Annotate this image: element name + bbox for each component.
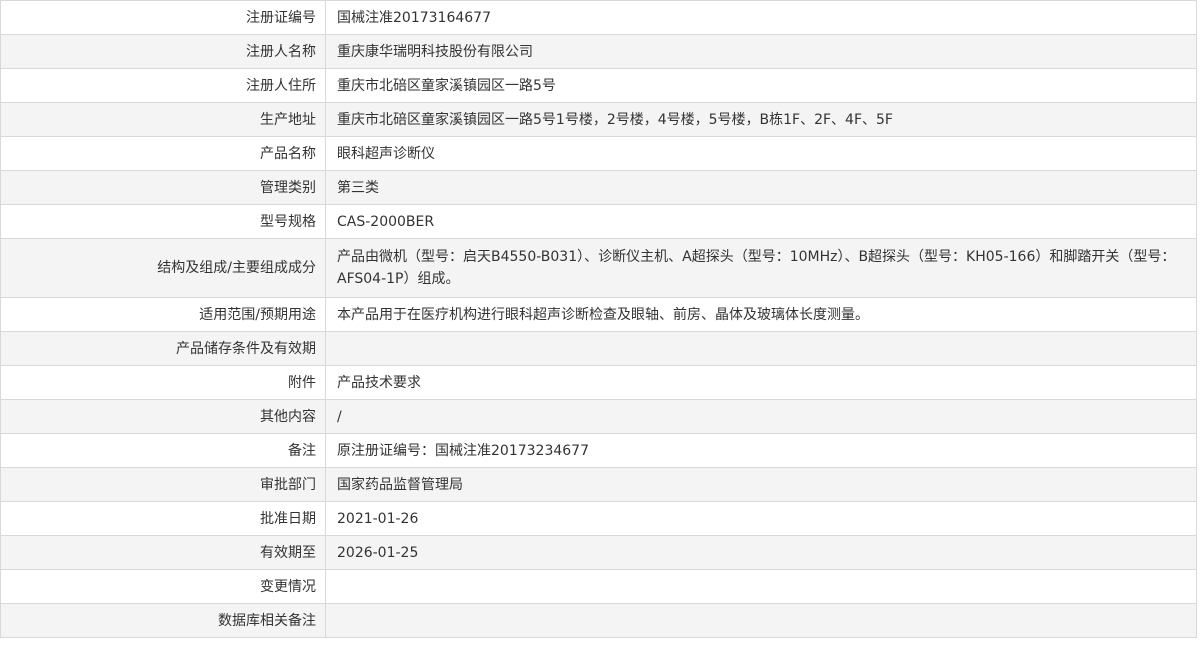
row-label: 产品储存条件及有效期 bbox=[0, 331, 326, 366]
row-value bbox=[325, 603, 1197, 638]
row-value: 本产品用于在医疗机构进行眼科超声诊断检查及眼轴、前房、晶体及玻璃体长度测量。 bbox=[325, 297, 1197, 332]
row-value: CAS-2000BER bbox=[325, 204, 1197, 239]
row-value: 国械注准20173164677 bbox=[325, 0, 1197, 35]
row-value: 眼科超声诊断仪 bbox=[325, 136, 1197, 171]
row-value: 产品由微机（型号：启天B4550-B031）、诊断仪主机、A超探头（型号：10M… bbox=[325, 238, 1197, 298]
registration-record-table: 注册证编号 国械注准20173164677 注册人名称 重庆康华瑞明科技股份有限… bbox=[0, 0, 1197, 638]
row-value: 2026-01-25 bbox=[325, 535, 1197, 570]
row-label: 数据库相关备注 bbox=[0, 603, 326, 638]
row-label: 产品名称 bbox=[0, 136, 326, 171]
row-label: 批准日期 bbox=[0, 501, 326, 536]
table-row-storage-validity: 产品储存条件及有效期 bbox=[0, 331, 1197, 366]
row-label: 管理类别 bbox=[0, 170, 326, 205]
table-row-attachments: 附件 产品技术要求 bbox=[0, 365, 1197, 400]
table-row-database-notes: 数据库相关备注 bbox=[0, 603, 1197, 638]
row-label: 生产地址 bbox=[0, 102, 326, 137]
row-label: 注册人名称 bbox=[0, 34, 326, 69]
row-value: 国家药品监督管理局 bbox=[325, 467, 1197, 502]
table-row-remarks: 备注 原注册证编号：国械注准20173234677 bbox=[0, 433, 1197, 468]
row-label: 其他内容 bbox=[0, 399, 326, 434]
row-value: 重庆市北碚区童家溪镇园区一路5号 bbox=[325, 68, 1197, 103]
row-value bbox=[325, 569, 1197, 604]
table-row-change-status: 变更情况 bbox=[0, 569, 1197, 604]
row-label: 注册人住所 bbox=[0, 68, 326, 103]
row-value: / bbox=[325, 399, 1197, 434]
table-row-approval-date: 批准日期 2021-01-26 bbox=[0, 501, 1197, 536]
table-row-model-spec: 型号规格 CAS-2000BER bbox=[0, 204, 1197, 239]
table-row-management-category: 管理类别 第三类 bbox=[0, 170, 1197, 205]
table-row-production-address: 生产地址 重庆市北碚区童家溪镇园区一路5号1号楼，2号楼，4号楼，5号楼，B栋1… bbox=[0, 102, 1197, 137]
row-label: 备注 bbox=[0, 433, 326, 468]
row-label: 有效期至 bbox=[0, 535, 326, 570]
row-label: 型号规格 bbox=[0, 204, 326, 239]
table-row-registrant-address: 注册人住所 重庆市北碚区童家溪镇园区一路5号 bbox=[0, 68, 1197, 103]
row-label: 变更情况 bbox=[0, 569, 326, 604]
row-value: 原注册证编号：国械注准20173234677 bbox=[325, 433, 1197, 468]
table-row-intended-use: 适用范围/预期用途 本产品用于在医疗机构进行眼科超声诊断检查及眼轴、前房、晶体及… bbox=[0, 297, 1197, 332]
row-label: 注册证编号 bbox=[0, 0, 326, 35]
table-row-valid-until: 有效期至 2026-01-25 bbox=[0, 535, 1197, 570]
table-row-other-content: 其他内容 / bbox=[0, 399, 1197, 434]
row-label: 适用范围/预期用途 bbox=[0, 297, 326, 332]
table-row-approval-department: 审批部门 国家药品监督管理局 bbox=[0, 467, 1197, 502]
row-label: 结构及组成/主要组成成分 bbox=[0, 238, 326, 298]
row-value: 2021-01-26 bbox=[325, 501, 1197, 536]
row-value bbox=[325, 331, 1197, 366]
table-row-registrant-name: 注册人名称 重庆康华瑞明科技股份有限公司 bbox=[0, 34, 1197, 69]
row-value: 第三类 bbox=[325, 170, 1197, 205]
row-value: 重庆康华瑞明科技股份有限公司 bbox=[325, 34, 1197, 69]
row-label: 附件 bbox=[0, 365, 326, 400]
row-label: 审批部门 bbox=[0, 467, 326, 502]
table-row-structure-composition: 结构及组成/主要组成成分 产品由微机（型号：启天B4550-B031）、诊断仪主… bbox=[0, 238, 1197, 298]
table-row-product-name: 产品名称 眼科超声诊断仪 bbox=[0, 136, 1197, 171]
row-value: 产品技术要求 bbox=[325, 365, 1197, 400]
row-value: 重庆市北碚区童家溪镇园区一路5号1号楼，2号楼，4号楼，5号楼，B栋1F、2F、… bbox=[325, 102, 1197, 137]
table-row-registration-number: 注册证编号 国械注准20173164677 bbox=[0, 0, 1197, 35]
